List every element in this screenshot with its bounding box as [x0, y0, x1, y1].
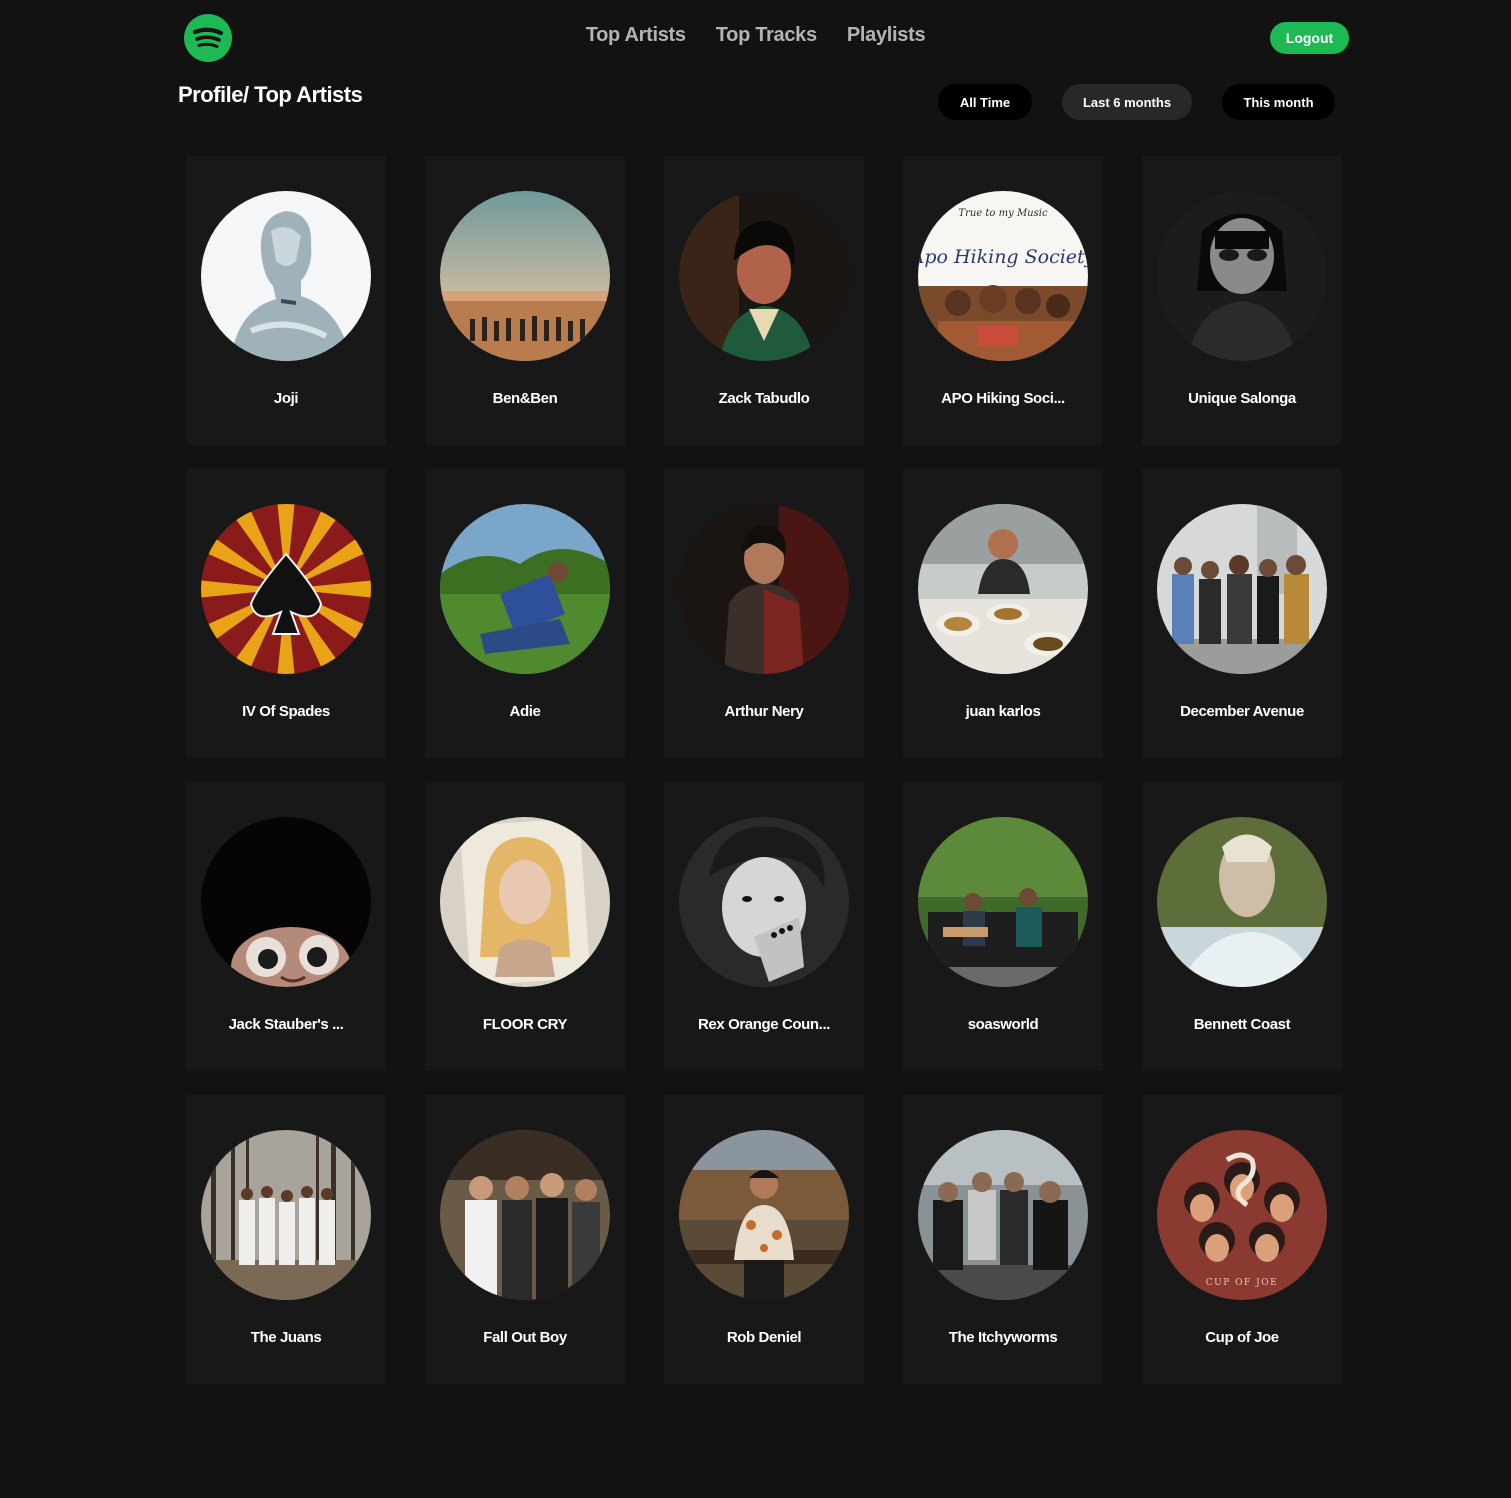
artist-name: FLOOR CRY	[482, 1016, 568, 1033]
artist-card[interactable]: December Avenue	[1142, 469, 1342, 758]
artist-card[interactable]: Joji	[186, 156, 386, 445]
artist-image	[201, 1130, 371, 1300]
top-header: Top Artists Top Tracks Playlists Logout	[0, 0, 1511, 76]
artist-card[interactable]: FLOOR CRY	[425, 782, 625, 1071]
artist-image	[440, 1130, 610, 1300]
artist-name: Fall Out Boy	[483, 1329, 567, 1346]
range-this-month-button[interactable]: This month	[1222, 84, 1335, 120]
artist-name: Rex Orange Coun...	[698, 1016, 830, 1033]
artist-name: IV Of Spades	[242, 703, 330, 720]
artist-image	[201, 817, 371, 987]
artist-image: True to my Music Apo Hiking Society	[918, 191, 1088, 361]
artist-image	[918, 817, 1088, 987]
apo-logo-text: True to my Music	[958, 208, 1048, 219]
artist-name: Bennett Coast	[1193, 1016, 1291, 1033]
artist-card[interactable]: Zack Tabudlo	[664, 156, 864, 445]
artist-image	[201, 504, 371, 674]
cup-of-joe-text: CUP OF JOE	[1206, 1278, 1278, 1288]
artist-image	[201, 191, 371, 361]
artist-name: The Itchyworms	[948, 1329, 1058, 1346]
artist-image	[1157, 504, 1327, 674]
apo-script-text: Apo Hiking Society	[918, 246, 1088, 268]
artist-card[interactable]: juan karlos	[903, 469, 1103, 758]
artist-card[interactable]: IV Of Spades	[186, 469, 386, 758]
artist-image	[679, 817, 849, 987]
artist-card[interactable]: Arthur Nery	[664, 469, 864, 758]
artist-name: Adie	[509, 703, 541, 720]
artist-card[interactable]: Jack Stauber's ...	[186, 782, 386, 1071]
artist-name: Joji	[273, 390, 299, 407]
artist-name: juan karlos	[965, 703, 1041, 720]
artist-name: Rob Deniel	[726, 1329, 802, 1346]
artist-card[interactable]: CUP OF JOE Cup of Joe	[1142, 1095, 1342, 1384]
artist-image	[679, 504, 849, 674]
artist-card[interactable]: The Juans	[186, 1095, 386, 1384]
artist-image	[679, 191, 849, 361]
artist-image	[440, 191, 610, 361]
nav-top-tracks[interactable]: Top Tracks	[716, 24, 817, 47]
artist-card[interactable]: Unique Salonga	[1142, 156, 1342, 445]
artist-image	[918, 504, 1088, 674]
artist-image: CUP OF JOE	[1157, 1130, 1327, 1300]
page-title: Profile/ Top Artists	[178, 82, 363, 107]
artist-image	[440, 817, 610, 987]
artist-card[interactable]: Rob Deniel	[664, 1095, 864, 1384]
artist-card[interactable]: The Itchyworms	[903, 1095, 1103, 1384]
artist-name: The Juans	[250, 1329, 322, 1346]
artist-card[interactable]: Adie	[425, 469, 625, 758]
artist-card[interactable]: Ben&Ben	[425, 156, 625, 445]
artist-name: Jack Stauber's ...	[228, 1016, 344, 1033]
artist-name: Cup of Joe	[1205, 1329, 1279, 1346]
artist-name: December Avenue	[1180, 703, 1304, 720]
artist-image	[1157, 191, 1327, 361]
artist-card[interactable]: Bennett Coast	[1142, 782, 1342, 1071]
range-all-time-button[interactable]: All Time	[938, 84, 1032, 120]
artist-name: Ben&Ben	[492, 390, 558, 407]
spotify-logo-icon[interactable]	[184, 14, 232, 62]
artist-image	[440, 504, 610, 674]
artist-card[interactable]: Rex Orange Coun...	[664, 782, 864, 1071]
artist-name: Zack Tabudlo	[718, 390, 810, 407]
logout-button[interactable]: Logout	[1270, 22, 1349, 54]
nav-playlists[interactable]: Playlists	[847, 24, 926, 47]
artist-image	[1157, 817, 1327, 987]
nav-top-artists[interactable]: Top Artists	[586, 24, 686, 47]
artist-name: Arthur Nery	[724, 703, 804, 720]
artist-card[interactable]: True to my Music Apo Hiking Society APO …	[903, 156, 1103, 445]
artist-card[interactable]: soasworld	[903, 782, 1103, 1071]
artist-grid: Joji Ben&Ben Zack Tabudlo True to my Mus…	[186, 156, 1342, 1384]
artist-name: APO Hiking Soci...	[941, 390, 1065, 407]
artist-image	[918, 1130, 1088, 1300]
artist-card[interactable]: Fall Out Boy	[425, 1095, 625, 1384]
artist-name: Unique Salonga	[1188, 390, 1296, 407]
artist-image	[679, 1130, 849, 1300]
range-last-6-months-button[interactable]: Last 6 months	[1062, 84, 1192, 120]
artist-name: soasworld	[967, 1016, 1039, 1033]
